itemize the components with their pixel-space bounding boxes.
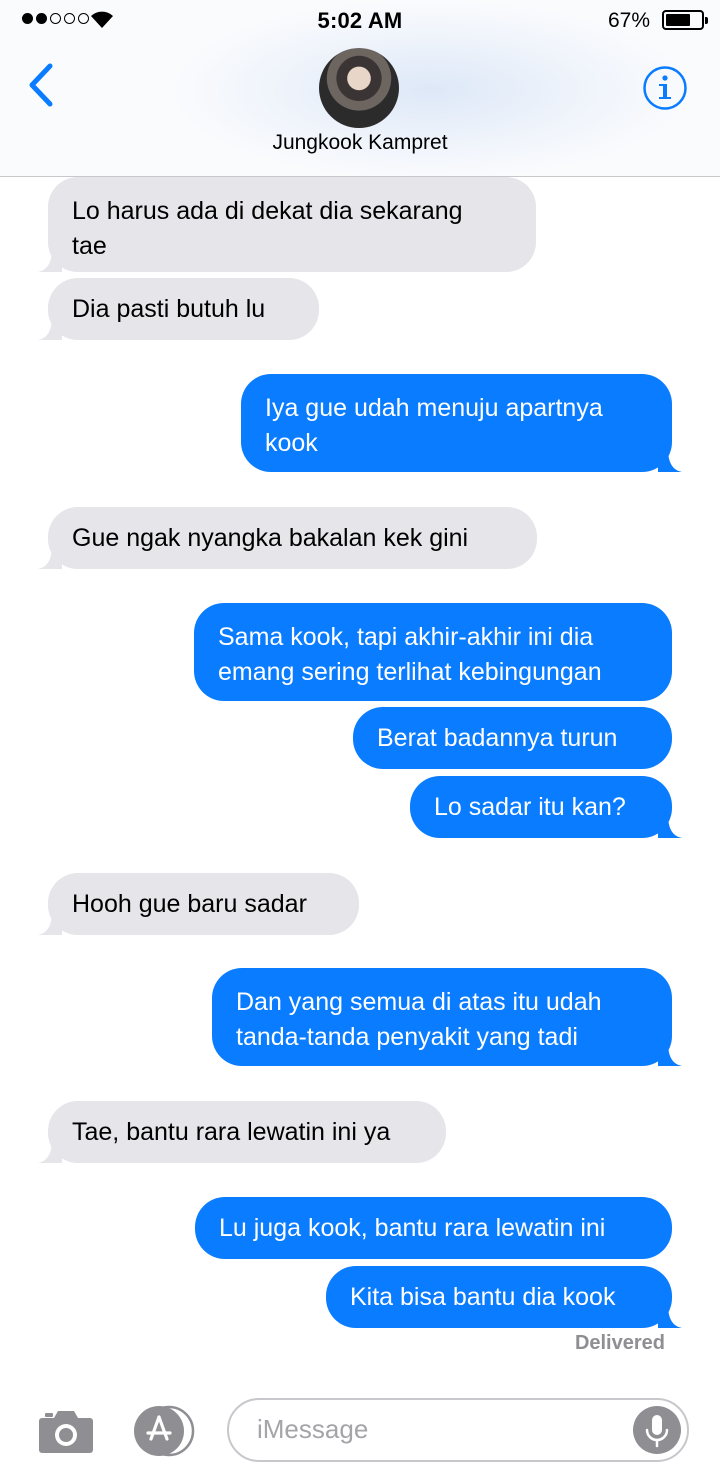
received-message[interactable]: Dia pasti butuh lu [38, 278, 319, 340]
sent-message[interactable]: Berat badannya turun [353, 707, 672, 769]
received-message[interactable]: Hooh gue baru sadar [38, 873, 359, 935]
message-text: Iya gue udah menuju apartnya kook [265, 394, 603, 457]
received-message[interactable]: Gue ngak nyangka bakalan kek gini [38, 507, 537, 569]
camera-button[interactable] [38, 1408, 94, 1454]
message-input-placeholder: iMessage [257, 1414, 369, 1444]
app-store-button[interactable] [131, 1405, 195, 1457]
contact-name[interactable]: Jungkook Kampret [0, 131, 720, 155]
microphone-button[interactable] [633, 1406, 681, 1454]
back-chevron-icon [29, 63, 53, 107]
received-message[interactable]: Tae, bantu rara lewatin ini ya [38, 1101, 446, 1163]
microphone-icon [645, 1415, 669, 1448]
message-text: Lu juga kook, bantu rara lewatin ini [219, 1214, 606, 1242]
contact-avatar[interactable] [319, 48, 399, 128]
sent-message[interactable]: Dan yang semua di atas itu udah tanda-ta… [212, 968, 682, 1066]
message-text: Gue ngak nyangka bakalan kek gini [72, 524, 469, 552]
info-icon [643, 66, 687, 110]
delivered-status: Delivered [574, 1332, 665, 1354]
camera-icon [39, 1411, 93, 1453]
message-text: Sama kook, tapi akhir-akhir ini dia eman… [218, 623, 602, 686]
sent-message[interactable]: Lo sadar itu kan? [410, 776, 682, 838]
sent-message[interactable]: Lu juga kook, bantu rara lewatin ini [195, 1197, 672, 1259]
info-button[interactable] [642, 65, 688, 111]
message-text: Tae, bantu rara lewatin ini ya [72, 1118, 391, 1146]
app-store-icon [134, 1405, 195, 1457]
sent-message[interactable]: Kita bisa bantu dia kook [326, 1266, 682, 1328]
sent-message[interactable]: Iya gue udah menuju apartnya kook [241, 374, 682, 472]
message-text: Lo harus ada di dekat dia sekarang tae [72, 197, 463, 260]
message-text: Kita bisa bantu dia kook [350, 1283, 616, 1311]
message-text: Lo sadar itu kan? [434, 793, 626, 821]
message-text: Berat badannya turun [377, 724, 618, 752]
message-input[interactable]: iMessage [227, 1398, 689, 1462]
received-message[interactable]: Lo harus ada di dekat dia sekarang tae [38, 177, 536, 272]
message-text: Dan yang semua di atas itu udah tanda-ta… [236, 988, 602, 1051]
battery-icon [662, 10, 708, 30]
message-text: Dia pasti butuh lu [72, 295, 266, 323]
sent-message[interactable]: Sama kook, tapi akhir-akhir ini dia eman… [194, 603, 672, 701]
status-bar: 5:02 AM 67% [0, 0, 720, 44]
back-button[interactable] [22, 60, 62, 110]
message-text: Hooh gue baru sadar [72, 890, 307, 918]
battery-percent: 67% [607, 9, 650, 32]
